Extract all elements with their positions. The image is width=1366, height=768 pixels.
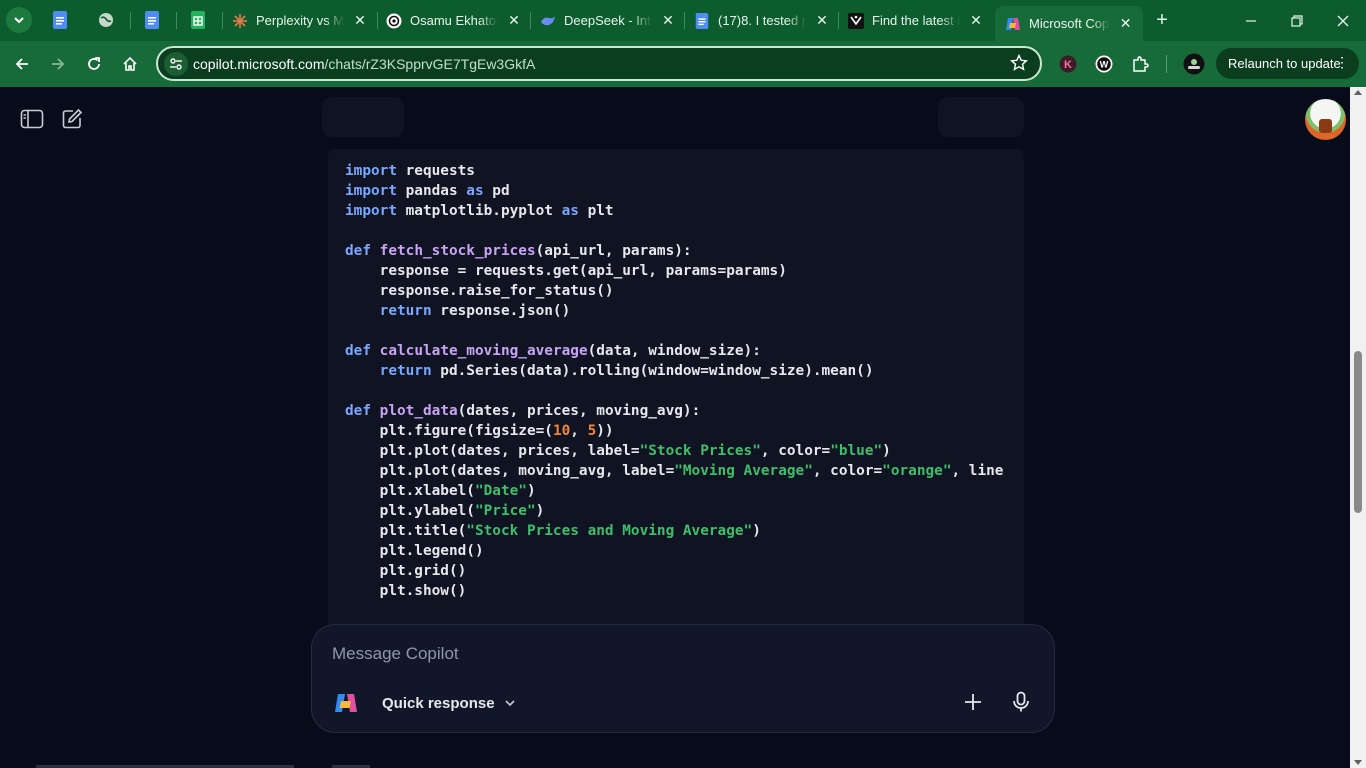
close-icon [1337,15,1349,26]
close-window-button[interactable] [1320,0,1366,41]
back-button[interactable] [9,51,35,77]
chevron-down-icon [14,17,24,24]
url-text: copilot.microsoft.com/chats/rZ3KSpprvGE7… [193,56,535,72]
page-scrollbar[interactable] [1350,87,1366,768]
svg-text:W: W [1100,60,1109,70]
close-icon[interactable]: ✕ [660,12,676,29]
site-icon [848,12,864,29]
scroll-up-arrow-icon[interactable] [1354,90,1362,95]
voice-input-button[interactable] [1006,687,1036,717]
response-mode-label: Quick response [382,694,495,712]
puzzle-icon [1133,56,1149,72]
home-button[interactable] [117,51,143,77]
minimize-icon [1246,19,1256,22]
sidebar-panel-icon [20,109,44,129]
plus-icon [965,694,981,710]
tab-title: Osamu Ekhator [410,13,498,28]
profile-button[interactable] [1182,52,1206,76]
copilot-page: import requests import pandas as pd impo… [0,87,1350,768]
compose-icon [62,108,83,129]
sidebar-toggle-button[interactable] [19,106,45,132]
tab-title: Perplexity vs Mi [256,13,344,28]
message-input[interactable] [332,641,1032,667]
code-content: import requests import pandas as pd impo… [345,163,1004,599]
w-extension-button[interactable]: W [1093,53,1115,75]
reload-icon [88,57,100,70]
response-mode-dropdown[interactable]: Quick response [382,693,517,713]
tab-title: DeepSeek - Into [564,13,652,28]
svg-text:K: K [1064,59,1072,71]
relaunch-to-update-button[interactable]: Relaunch to update ⋮ [1216,48,1359,79]
faded-header-pill [938,97,1024,137]
browser-toolbar: copilot.microsoft.com/chats/rZ3KSpprvGE7… [0,41,1366,87]
tab-title: Microsoft Copilo [1029,16,1110,31]
chatgpt-icon [386,13,402,28]
profile-icon [1183,53,1205,75]
google-docs-icon [145,11,159,29]
w-extension-icon: W [1095,55,1113,73]
url-path: /chats/rZ3KSpprvGE7TgEw3GkfA [324,56,536,72]
copilot-icon [1006,17,1020,30]
close-icon[interactable]: ✕ [1118,15,1133,32]
restore-icon [1291,14,1303,27]
user-avatar[interactable] [1305,99,1346,140]
close-icon[interactable]: ✕ [506,12,522,29]
google-docs-icon [695,12,709,29]
k-extension-button[interactable]: K [1057,53,1079,75]
copilot-logo-icon [335,694,357,712]
tab-title: Find the latest L [872,13,960,28]
tab-search-button[interactable] [6,7,32,33]
bookmark-star-icon[interactable] [1010,54,1028,72]
tab-pinned-globe[interactable] [94,8,118,32]
address-bar[interactable]: copilot.microsoft.com/chats/rZ3KSpprvGE7… [156,46,1042,81]
tab-pinned-docs-2[interactable] [140,8,164,32]
close-icon[interactable]: ✕ [814,12,830,29]
tune-icon [170,58,182,70]
restore-button[interactable] [1274,0,1320,41]
tab-pinned-docs-1[interactable] [48,8,72,32]
arrow-right-icon [52,58,65,70]
tab-pinned-sheets[interactable] [186,8,210,32]
close-icon[interactable]: ✕ [968,12,984,29]
tab-docs-tested[interactable]: (17)8. I tested p ✕ [694,6,836,35]
perplexity-icon [233,13,247,28]
minimize-button[interactable] [1228,0,1274,41]
k-extension-icon: K [1059,55,1077,73]
message-composer: Quick response [311,624,1055,733]
scroll-down-arrow-icon[interactable] [1354,760,1362,765]
globe-icon [99,13,113,27]
microphone-icon [1013,691,1029,712]
site-info-button[interactable] [164,52,188,76]
tab-title: (17)8. I tested p [718,13,806,28]
tab-find-latest[interactable]: Find the latest L ✕ [848,6,990,35]
tab-deepseek[interactable]: DeepSeek - Into ✕ [540,6,682,35]
reload-button[interactable] [81,51,107,77]
relaunch-label: Relaunch to update [1228,56,1341,71]
tab-perplexity[interactable]: Perplexity vs Mi ✕ [232,6,374,35]
forward-button[interactable] [45,51,71,77]
extensions-button[interactable] [1129,53,1151,75]
scroll-thumb[interactable] [1354,351,1362,513]
new-chat-button[interactable] [59,106,85,132]
url-host: copilot.microsoft.com [193,56,325,72]
plus-icon: + [1156,9,1168,31]
chevron-down-icon [504,700,515,707]
tab-osamu[interactable]: Osamu Ekhator ✕ [386,6,528,35]
deepseek-icon [541,15,555,25]
arrow-left-icon [15,58,28,70]
tab-strip: Perplexity vs Mi ✕ Osamu Ekhator ✕ DeepS… [0,0,1366,41]
more-vert-icon[interactable]: ⋮ [1335,54,1349,71]
home-icon [123,56,137,71]
add-attachment-button[interactable] [958,687,988,717]
google-sheets-icon [191,11,205,29]
new-tab-button[interactable]: + [1150,8,1174,32]
google-docs-icon [53,11,67,29]
tab-copilot-active[interactable]: Microsoft Copilo ✕ [995,6,1143,41]
faded-header-pill [322,97,404,137]
close-icon[interactable]: ✕ [352,12,368,29]
